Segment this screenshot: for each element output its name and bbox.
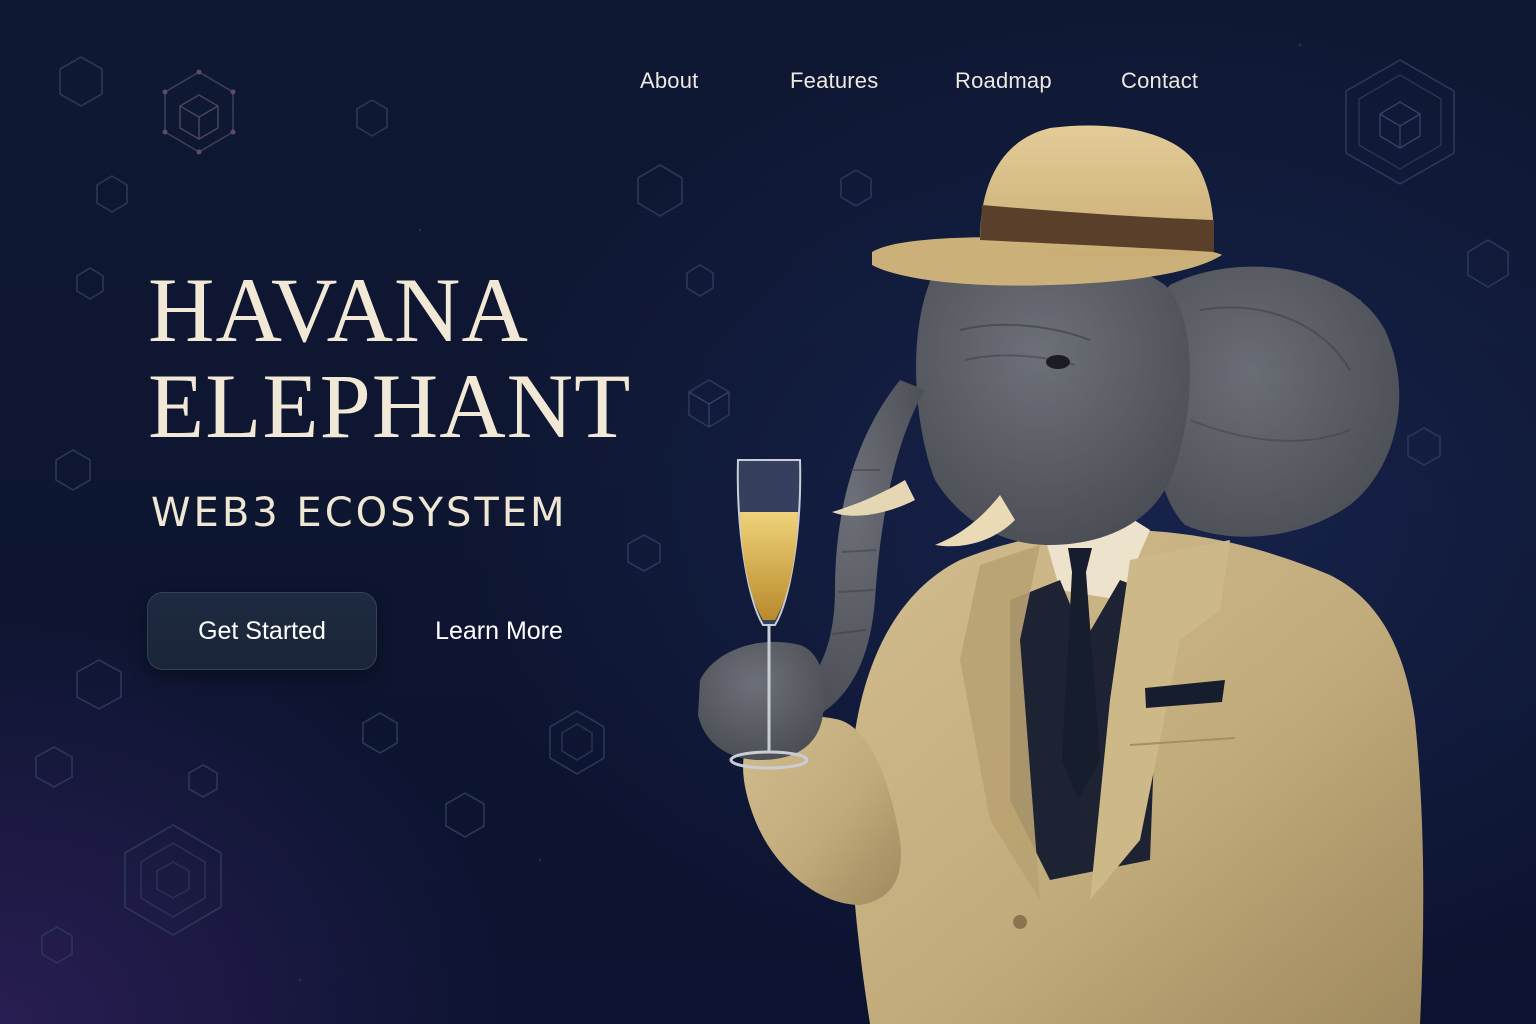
learn-more-button[interactable]: Learn More: [410, 592, 588, 670]
elephant-hand: [698, 641, 825, 760]
nav-link-features[interactable]: Features: [790, 68, 878, 94]
hero-title: HAVANA ELEPHANT: [148, 262, 631, 454]
landing-page: About Features Roadmap Contact HAVANA EL…: [0, 0, 1536, 1024]
elephant-eye: [1046, 355, 1070, 369]
hero-title-line-1: HAVANA: [148, 259, 529, 361]
get-started-button[interactable]: Get Started: [147, 592, 377, 670]
hero-subtitle: WEB3 ECOSYSTEM: [151, 490, 568, 536]
nav-link-roadmap[interactable]: Roadmap: [955, 68, 1052, 94]
elephant-illustration: [698, 125, 1424, 1024]
elephant-head: [916, 252, 1190, 545]
hero-title-line-2: ELEPHANT: [148, 355, 632, 457]
nav-link-about[interactable]: About: [640, 68, 699, 94]
jacket-button: [1013, 915, 1027, 929]
top-navigation: About Features Roadmap Contact: [600, 62, 1260, 102]
nav-link-contact[interactable]: Contact: [1121, 68, 1198, 94]
